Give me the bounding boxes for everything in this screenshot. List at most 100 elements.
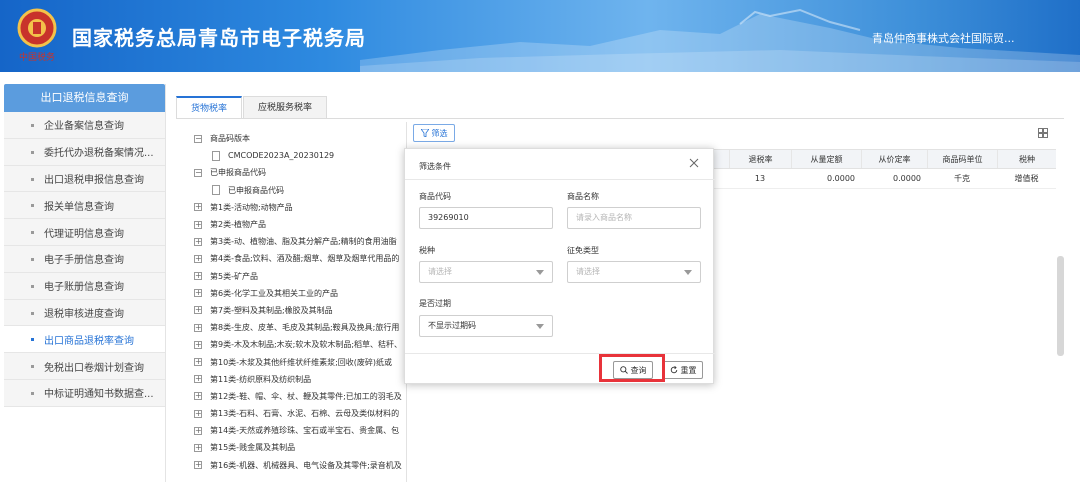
svg-text:中国税务: 中国税务: [19, 51, 55, 63]
col-header-tax-type: 税种: [997, 150, 1056, 168]
col-header-refund-rate: 退税率: [729, 150, 791, 168]
sidebar-item[interactable]: 代理证明信息查询: [4, 219, 165, 246]
tree-node[interactable]: CMCODE2023A_20230129: [194, 147, 404, 164]
sidebar-heading[interactable]: 出口退税信息查询: [4, 84, 165, 112]
tab-divider: [176, 118, 1064, 119]
tree-node[interactable]: + 第11类-纺织原料及纺织制品: [194, 371, 404, 388]
tree-node-label: 第15类-贱金属及其制品: [210, 443, 296, 453]
expired-select[interactable]: 不显示过期码: [419, 315, 553, 337]
company-name[interactable]: 青岛仲商事株式会社国际贸...: [872, 30, 1015, 46]
commodity-name-input[interactable]: 请录入商品名称: [567, 207, 701, 229]
expand-icon[interactable]: +: [194, 323, 202, 332]
sidebar-item-label: 委托代办退税备案情况...: [44, 148, 154, 160]
sidebar-item-label: 出口商品退税率查询: [44, 335, 134, 347]
page-scrollbar[interactable]: [1057, 256, 1064, 356]
expand-icon[interactable]: +: [194, 220, 202, 229]
refresh-icon: [670, 366, 677, 374]
expand-icon[interactable]: +: [194, 461, 202, 470]
tree-node[interactable]: + 第8类-生皮、皮革、毛皮及其制品;鞍具及挽具;旅行用: [194, 319, 404, 336]
exemption-type-select[interactable]: 请选择: [567, 261, 701, 283]
tax-type-label: 税种: [419, 246, 435, 255]
tax-bureau-emblem-icon: 中国税务: [17, 8, 57, 63]
col-header-specific-duty: 从量定额: [791, 150, 861, 168]
app-header: 中国税务 国家税务总局青岛市电子税务局 青岛仲商事株式会社国际贸...: [0, 0, 1080, 72]
exemption-type-label: 征免类型: [567, 246, 599, 255]
sidebar-item[interactable]: 出口退税申报信息查询: [4, 165, 165, 193]
tree-node[interactable]: 已申报商品代码: [194, 182, 404, 199]
tab-service-tax-rate[interactable]: 应税服务税率: [243, 96, 328, 118]
tree-node[interactable]: + 第1类-活动物;动物产品: [194, 199, 404, 216]
commodity-code-label: 商品代码: [419, 192, 451, 201]
bullet-icon: [31, 338, 34, 342]
tree-node[interactable]: − 商品码版本: [194, 130, 404, 147]
commodity-code-input[interactable]: 39269010: [419, 207, 553, 229]
tree-node[interactable]: + 第6类-化学工业及其相关工业的产品: [194, 285, 404, 302]
tree-node[interactable]: + 第3类-动、植物油、脂及其分解产品;精制的食用油脂: [194, 233, 404, 250]
expand-icon[interactable]: +: [194, 375, 202, 384]
expand-icon[interactable]: +: [194, 289, 202, 298]
tree-node-label: 已申报商品代码: [210, 168, 266, 178]
site-title: 国家税务总局青岛市电子税务局: [72, 26, 366, 50]
sidebar-item[interactable]: 报关单信息查询: [4, 192, 165, 220]
col-header-ad-valorem: 从价定率: [861, 150, 927, 168]
sidebar-item[interactable]: 出口商品退税率查询: [4, 326, 165, 354]
bullet-icon: [31, 257, 34, 261]
sidebar-item[interactable]: 委托代办退税备案情况...: [4, 138, 165, 166]
expand-icon[interactable]: +: [194, 443, 202, 452]
bullet-icon: [31, 124, 34, 127]
sidebar-item[interactable]: 企业备案信息查询: [4, 112, 165, 139]
tree-node[interactable]: + 第9类-木及木制品;木炭;软木及软木制品;稻草、秸秆、: [194, 336, 404, 353]
expand-icon[interactable]: +: [194, 358, 202, 367]
filter-dialog: 筛选条件 商品代码 39269010 商品名称 请录入商品名称 税种 请选择 征…: [404, 148, 715, 384]
chevron-down-icon: [536, 324, 544, 329]
expand-icon[interactable]: +: [194, 203, 202, 212]
tree-node-label: 第5类-矿产品: [210, 271, 258, 281]
tree-node[interactable]: + 第16类-机器、机械器具、电气设备及其零件;录音机及: [194, 457, 404, 474]
expand-icon[interactable]: +: [194, 426, 202, 435]
expand-icon[interactable]: +: [194, 254, 202, 263]
collapse-icon[interactable]: −: [194, 134, 202, 143]
tree-node[interactable]: + 第15类-贱金属及其制品: [194, 439, 404, 456]
expand-icon[interactable]: +: [194, 237, 202, 246]
sidebar-item-label: 中标证明通知书数据查...: [44, 389, 154, 401]
tree-node[interactable]: + 第7类-塑料及其制品;橡胶及其制品: [194, 302, 404, 319]
sidebar-item[interactable]: 中标证明通知书数据查...: [4, 379, 165, 407]
column-settings-icon[interactable]: [1038, 128, 1048, 138]
tree-node-label: 第12类-鞋、帽、伞、杖、鞭及其零件;已加工的羽毛及: [210, 391, 402, 401]
tree-node-label: 已申报商品代码: [228, 185, 284, 195]
sidebar-item[interactable]: 退税审核进度查询: [4, 299, 165, 327]
reset-button-label: 重置: [680, 365, 697, 375]
sidebar-item[interactable]: 免税出口卷烟计划查询: [4, 353, 165, 380]
tree-node-label: 第16类-机器、机械器具、电气设备及其零件;录音机及: [210, 460, 402, 470]
chevron-down-icon: [536, 270, 544, 275]
tree-node[interactable]: + 第2类-植物产品: [194, 216, 404, 233]
tab-goods-tax-rate[interactable]: 货物税率: [176, 96, 243, 118]
close-icon[interactable]: [689, 158, 699, 168]
bullet-icon: [31, 365, 34, 369]
collapse-icon[interactable]: −: [194, 168, 202, 177]
sidebar-item[interactable]: 电子手册信息查询: [4, 245, 165, 273]
expand-icon[interactable]: +: [194, 340, 202, 349]
filter-button[interactable]: 筛选: [413, 124, 455, 142]
expand-icon[interactable]: +: [194, 272, 202, 281]
expired-select-value: 不显示过期码: [428, 321, 476, 330]
tax-type-select[interactable]: 请选择: [419, 261, 553, 283]
tree-node[interactable]: + 第4类-食品;饮料、酒及醋;烟草、烟草及烟草代用品的: [194, 250, 404, 267]
tree-node[interactable]: + 第10类-木浆及其他纤维状纤维素浆;回收(废碎)纸或: [194, 353, 404, 370]
expand-icon[interactable]: +: [194, 409, 202, 418]
sidebar: 出口退税信息查询 企业备案信息查询委托代办退税备案情况... 出口退税申报信息查询…: [0, 84, 166, 482]
reset-button[interactable]: 重置: [663, 361, 703, 379]
sidebar-item-label: 免税出口卷烟计划查询: [44, 362, 144, 374]
tree-node[interactable]: + 第12类-鞋、帽、伞、杖、鞭及其零件;已加工的羽毛及: [194, 388, 404, 405]
tree-node[interactable]: + 第13类-石料、石膏、水泥、石棉、云母及类似材料的: [194, 405, 404, 422]
tree-node[interactable]: − 已申报商品代码: [194, 164, 404, 181]
sidebar-item-label: 报关单信息查询: [44, 201, 114, 213]
tree-node[interactable]: + 第5类-矿产品: [194, 268, 404, 285]
tree-node-label: 商品码版本: [210, 134, 250, 144]
table-cell: 增值税: [1014, 174, 1039, 183]
expand-icon[interactable]: +: [194, 392, 202, 401]
expand-icon[interactable]: +: [194, 306, 202, 315]
tree-node[interactable]: + 第14类-天然或养殖珍珠、宝石或半宝石、贵金属、包: [194, 422, 404, 439]
bullet-icon: [31, 204, 34, 208]
sidebar-item[interactable]: 电子账册信息查询: [4, 272, 165, 300]
